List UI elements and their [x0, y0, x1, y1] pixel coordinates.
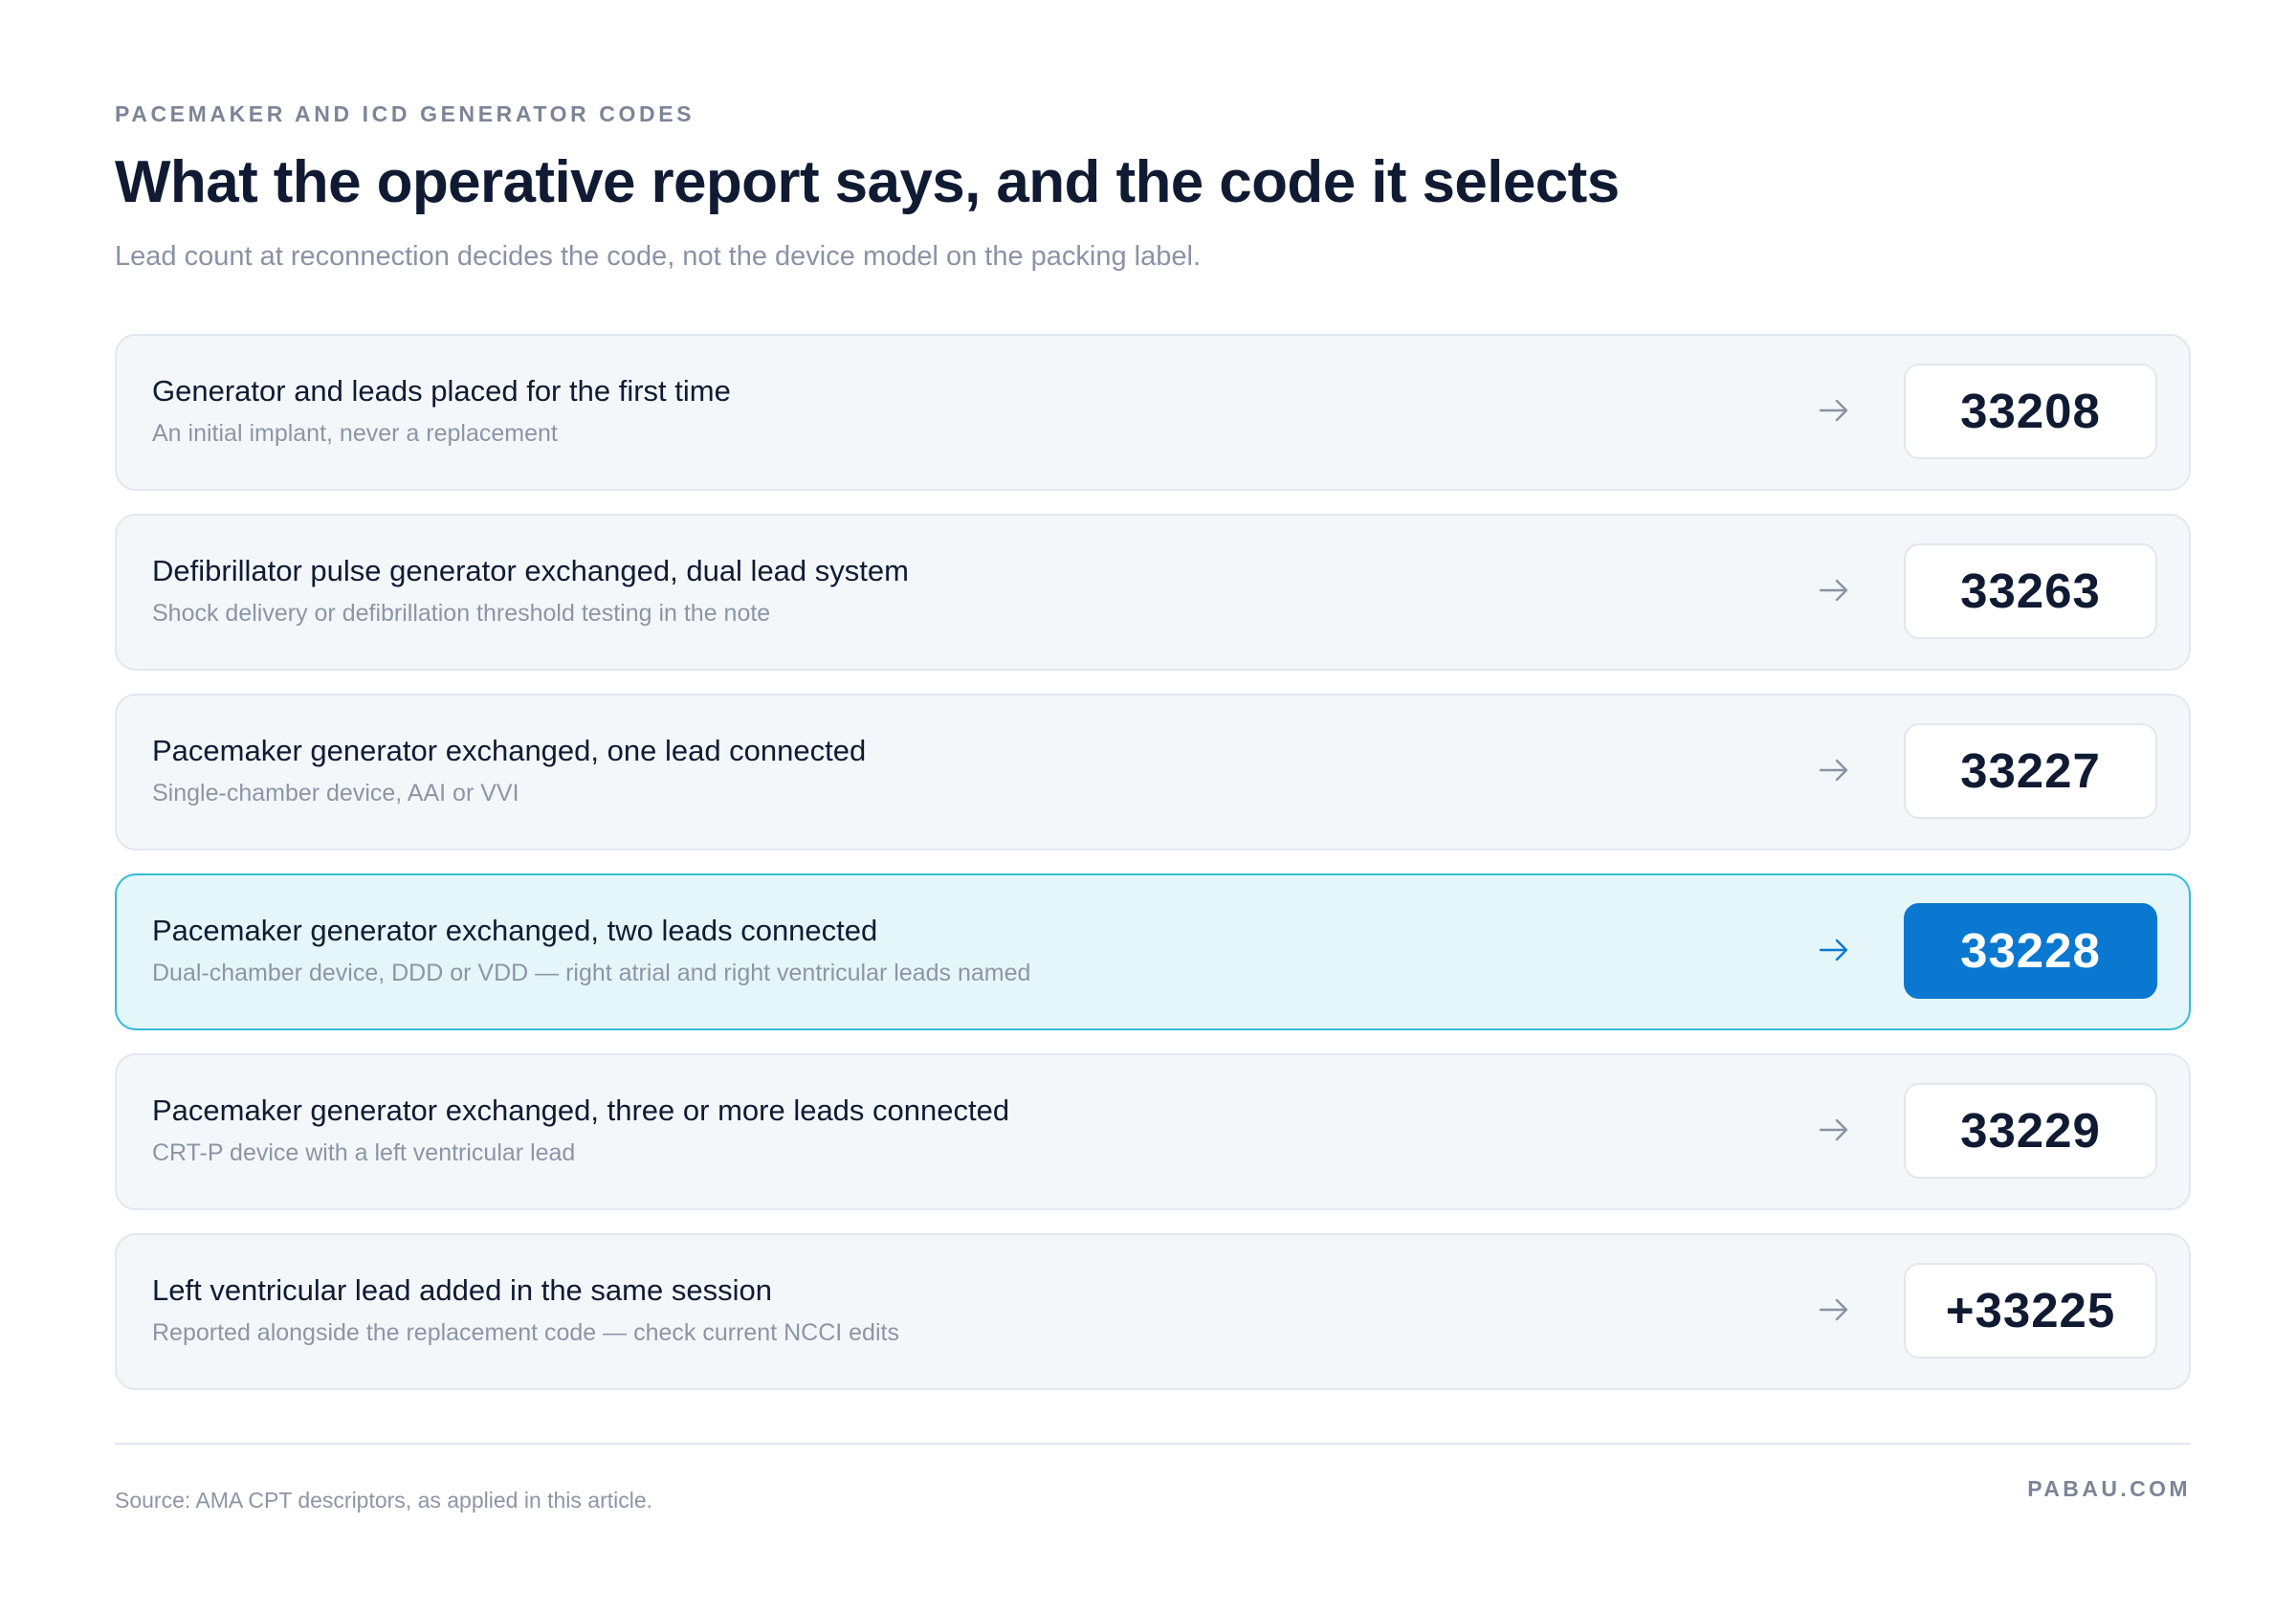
code-badge: 33228 [1904, 903, 2157, 999]
page-subtitle: Lead count at reconnection decides the c… [115, 241, 1202, 272]
row-description: Dual-chamber device, DDD or VDD — right … [152, 960, 1031, 986]
eyebrow-label: PACEMAKER AND ICD GENERATOR CODES [115, 101, 695, 126]
brand-mark: PABAU.COM [2027, 1476, 2191, 1501]
code-row: Generator and leads placed for the first… [115, 334, 2191, 491]
arrow-right-icon [1819, 1118, 1848, 1141]
row-description: Shock delivery or defibrillation thresho… [152, 600, 771, 627]
code-row: Defibrillator pulse generator exchanged,… [115, 514, 2191, 671]
arrow-right-icon [1819, 1298, 1848, 1321]
row-description: Reported alongside the replacement code … [152, 1319, 899, 1346]
row-title: Left ventricular lead added in the same … [152, 1273, 772, 1307]
source-note: Source: AMA CPT descriptors, as applied … [115, 1488, 653, 1513]
row-description: An initial implant, never a replacement [152, 420, 558, 447]
arrow-right-icon [1819, 939, 1848, 961]
row-title: Pacemaker generator exchanged, one lead … [152, 734, 867, 767]
row-description: Single-chamber device, AAI or VVI [152, 780, 519, 806]
arrow-right-icon [1819, 579, 1848, 602]
code-row: Pacemaker generator exchanged, three or … [115, 1053, 2191, 1210]
code-list: Generator and leads placed for the first… [115, 334, 2191, 1413]
row-title: Pacemaker generator exchanged, two leads… [152, 914, 878, 947]
code-row: Pacemaker generator exchanged, one lead … [115, 694, 2191, 851]
row-title: Defibrillator pulse generator exchanged,… [152, 554, 909, 587]
code-row: Pacemaker generator exchanged, two leads… [115, 873, 2191, 1030]
row-title: Generator and leads placed for the first… [152, 374, 731, 408]
footer-divider [115, 1443, 2191, 1445]
code-badge: 33229 [1904, 1083, 2157, 1179]
arrow-right-icon [1819, 399, 1848, 422]
code-badge: 33227 [1904, 723, 2157, 819]
code-badge: 33208 [1904, 364, 2157, 459]
code-row: Left ventricular lead added in the same … [115, 1233, 2191, 1390]
row-title: Pacemaker generator exchanged, three or … [152, 1094, 1010, 1127]
code-badge: 33263 [1904, 543, 2157, 639]
arrow-right-icon [1819, 759, 1848, 782]
page-title: What the operative report says, and the … [115, 149, 1620, 215]
code-badge: +33225 [1904, 1263, 2157, 1359]
page: PACEMAKER AND ICD GENERATOR CODES What t… [0, 0, 2296, 1613]
row-description: CRT-P device with a left ventricular lea… [152, 1139, 576, 1166]
